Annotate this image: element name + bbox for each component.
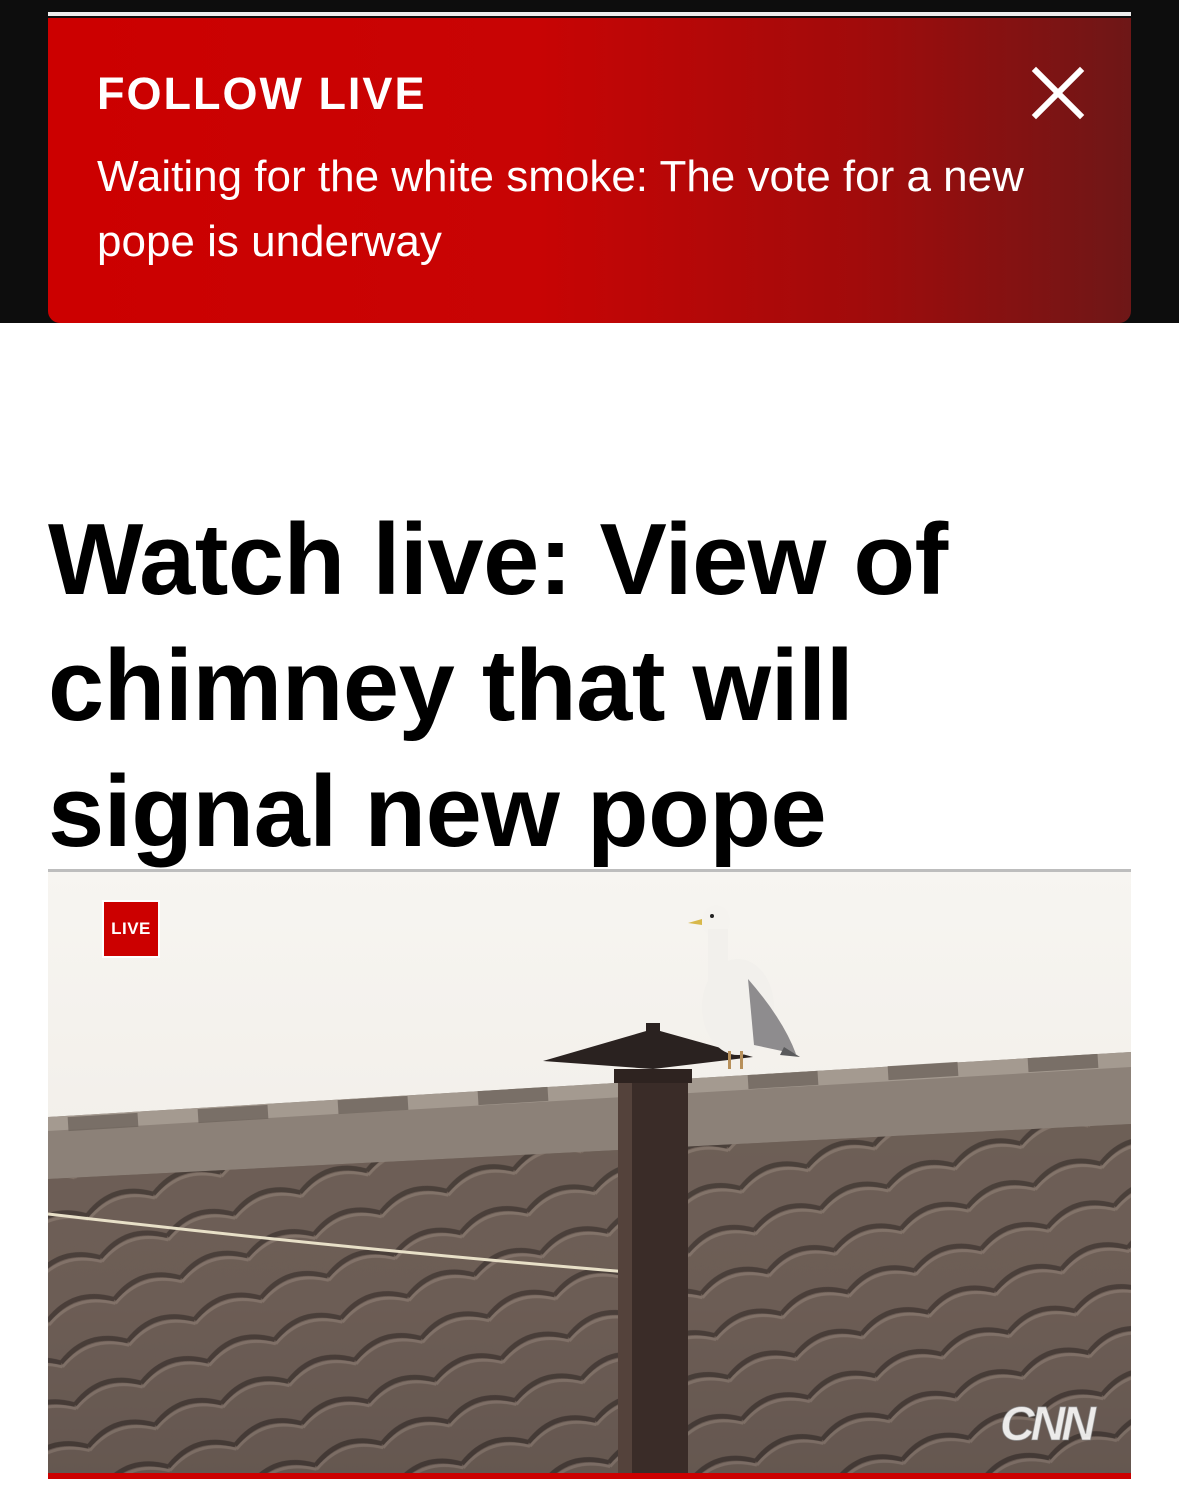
divider — [48, 12, 1131, 16]
video-frame — [48, 869, 1131, 1478]
video-progress-bar — [48, 1473, 1131, 1479]
live-video-player[interactable]: LIVE CNN — [48, 869, 1131, 1478]
divider — [48, 869, 1131, 872]
banner-label: FOLLOW LIVE — [97, 68, 427, 119]
close-icon — [1031, 66, 1085, 120]
cnn-watermark: CNN — [1000, 1398, 1097, 1452]
live-badge: LIVE — [102, 900, 160, 958]
banner-headline-link[interactable]: Waiting for the white smoke: The vote fo… — [97, 144, 1077, 274]
article-headline: Watch live: View of chimney that will si… — [48, 504, 948, 868]
follow-live-banner[interactable]: FOLLOW LIVE Waiting for the white smoke:… — [48, 18, 1131, 323]
close-button[interactable] — [1030, 65, 1086, 121]
